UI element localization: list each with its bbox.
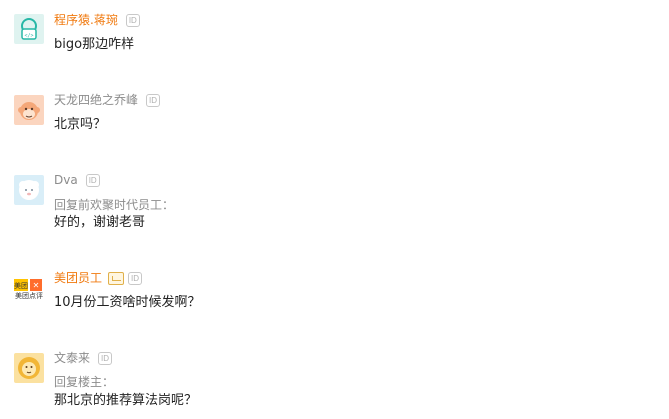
comment-header: Dva ID	[54, 172, 100, 188]
comment-item: </> 程序猿.蒋琬 ID bigo那边咋样	[0, 0, 669, 80]
username-link[interactable]: 文泰来	[54, 350, 90, 366]
comment-text: bigo那边咋样	[54, 37, 135, 52]
meituan-logo-bar: 美团 ✕	[14, 276, 44, 291]
username-link[interactable]: Dva	[54, 172, 78, 188]
svg-text:美团: 美团	[14, 281, 28, 290]
comment-text: 北京吗？	[54, 117, 107, 132]
svg-text:✕: ✕	[33, 281, 40, 290]
username-link[interactable]: 天龙四绝之乔峰	[54, 92, 138, 108]
meituan-logo-text: 美团点评	[15, 292, 43, 300]
comment-text: 好的，谢谢老哥	[54, 215, 146, 230]
comment-header: 美团员工 ID	[54, 270, 143, 286]
username-link[interactable]: 美团员工	[54, 270, 102, 286]
id-badge: ID	[85, 173, 100, 187]
verified-badge-icon	[108, 271, 125, 285]
id-badge: ID	[98, 351, 113, 365]
comment-text: 那北京的推荐算法岗呢？	[54, 393, 198, 408]
monkey-avatar-icon[interactable]	[14, 95, 44, 125]
id-badge: ID	[146, 93, 161, 107]
id-badge: ID	[125, 13, 140, 27]
svg-text:</>: </>	[24, 33, 33, 39]
comment-item: 文泰来 ID 回复楼主： 那北京的推荐算法岗呢？	[0, 348, 669, 419]
meituan-logo-icon[interactable]: 美团 ✕ 美团点评	[14, 276, 44, 306]
comment-item: 美团 ✕ 美团点评 美团员工 ID 10月份工资啥时候发啊？	[0, 264, 669, 348]
reply-label: 回复楼主：	[54, 375, 115, 389]
comment-text: 10月份工资啥时候发啊？	[54, 295, 201, 310]
id-badge: ID	[128, 271, 143, 285]
comment-header: 文泰来 ID	[54, 350, 113, 366]
reply-label: 回复前欢聚时代员工：	[54, 198, 175, 212]
sheep-avatar-icon[interactable]	[14, 175, 44, 205]
comment-item: Dva ID 回复前欢聚时代员工： 好的，谢谢老哥	[0, 164, 669, 264]
robot-avatar-icon[interactable]: </>	[14, 14, 44, 44]
lion-avatar-icon[interactable]	[14, 353, 44, 383]
comment-item: 天龙四绝之乔峰 ID 北京吗？	[0, 80, 669, 164]
comment-header: 天龙四绝之乔峰 ID	[54, 92, 161, 108]
username-link[interactable]: 程序猿.蒋琬	[54, 12, 118, 28]
comment-header: 程序猿.蒋琬 ID	[54, 12, 140, 28]
